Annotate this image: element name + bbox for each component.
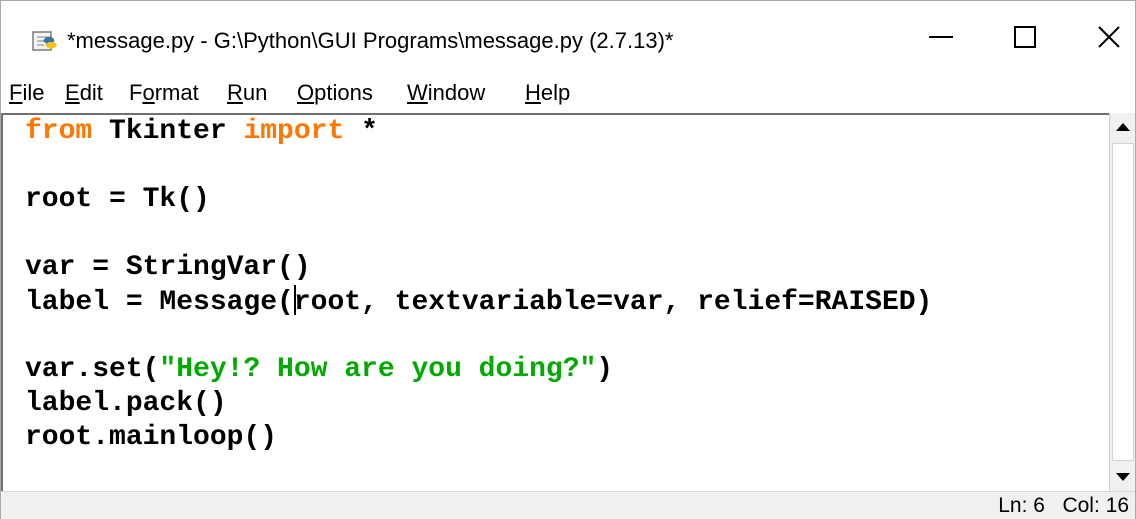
scroll-up-button[interactable]	[1110, 113, 1136, 141]
menu-help[interactable]: Help	[525, 79, 570, 107]
string-token: "Hey!? How are you doing?"	[159, 354, 597, 385]
menu-options[interactable]: Options	[297, 79, 373, 107]
code-line-10: root.mainloop()	[25, 422, 278, 453]
close-icon	[1098, 26, 1120, 48]
code-line-8: var.set("Hey!? How are you doing?")	[25, 354, 614, 385]
title-bar[interactable]: *message.py - G:\Python\GUI Programs\mes…	[1, 1, 1135, 71]
code-line-5: var = StringVar()	[25, 252, 311, 283]
menu-format[interactable]: Format	[129, 79, 199, 107]
maximize-icon	[1014, 26, 1036, 48]
keyword-token: from	[25, 116, 93, 147]
status-bar: Ln: 6 Col: 16	[1, 491, 1135, 519]
code-editor[interactable]: from Tkinter import * root = Tk() var = …	[1, 113, 1109, 491]
cursor-position: Ln: 6 Col: 16	[998, 494, 1129, 517]
menu-edit[interactable]: Edit	[65, 79, 103, 107]
code-line-1: from Tkinter import *	[25, 116, 378, 147]
close-button[interactable]	[1067, 9, 1136, 65]
menu-run[interactable]: Run	[227, 79, 267, 107]
arrow-up-icon	[1116, 123, 1130, 131]
scrollbar-thumb[interactable]	[1112, 143, 1134, 461]
code-line-3: root = Tk()	[25, 184, 210, 215]
window-title: *message.py - G:\Python\GUI Programs\mes…	[67, 28, 674, 53]
vertical-scrollbar[interactable]	[1109, 113, 1135, 491]
minimize-icon	[929, 36, 953, 38]
scroll-down-button[interactable]	[1110, 463, 1136, 491]
idle-editor-window: *message.py - G:\Python\GUI Programs\mes…	[0, 0, 1136, 519]
keyword-token: import	[243, 116, 345, 147]
code-line-9: label.pack()	[25, 388, 227, 419]
menu-file[interactable]: File	[9, 79, 44, 107]
code-line-6: label = Message(root, textvariable=var, …	[25, 285, 933, 318]
menu-window[interactable]: Window	[407, 79, 485, 107]
menu-bar: File Edit Format Run Options Window Help	[1, 77, 1135, 111]
python-idle-icon	[32, 31, 57, 51]
maximize-button[interactable]	[983, 9, 1067, 65]
arrow-down-icon	[1116, 473, 1130, 481]
minimize-button[interactable]	[899, 9, 983, 65]
